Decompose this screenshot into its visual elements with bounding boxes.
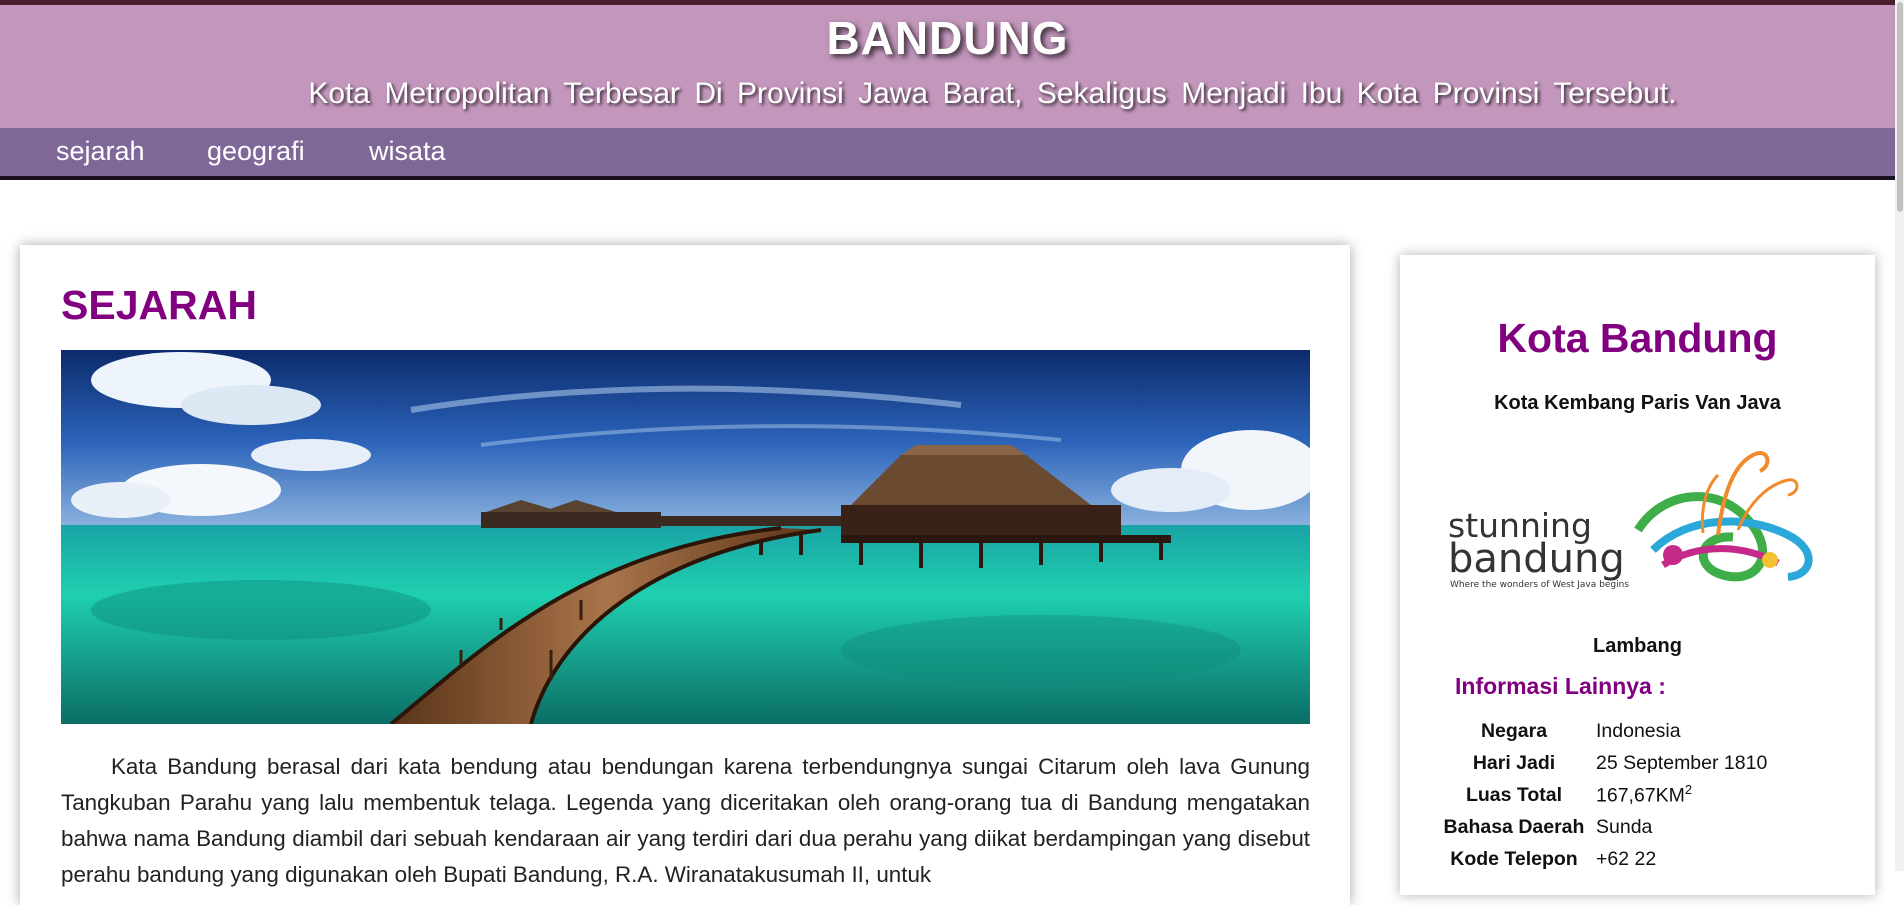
- info-key: Kode Telepon: [1450, 847, 1578, 870]
- info-table: Negara Indonesia Hari Jadi 25 September …: [1440, 715, 1768, 875]
- section-title: SEJARAH: [61, 282, 257, 328]
- area-value: 167,67KM: [1596, 784, 1685, 807]
- nav-link-geografi[interactable]: geografi: [207, 136, 305, 167]
- area-unit-sup: 2: [1684, 782, 1693, 798]
- info-key: Negara: [1480, 719, 1548, 742]
- site-subtitle: Kota Metropolitan Terbesar Di Provinsi J…: [308, 77, 1677, 110]
- info-heading: Informasi Lainnya :: [1455, 673, 1666, 699]
- info-key: Bahasa Daerah: [1443, 815, 1585, 838]
- info-row: Bahasa Daerah Sunda: [1440, 811, 1767, 843]
- logo-word-bandung: bandung: [1448, 536, 1625, 582]
- info-card: Kota Bandung Kota Kembang Paris Van Java…: [1400, 255, 1875, 895]
- main-nav: sejarah geografi wisata: [0, 128, 1895, 180]
- info-key: Luas Total: [1465, 783, 1563, 806]
- sidebar-title: Kota Bandung: [1497, 315, 1778, 361]
- city-logo: stunning bandung Where the wonders of We…: [1448, 435, 1828, 620]
- info-value: Sunda: [1596, 815, 1653, 838]
- scrollbar-thumb[interactable]: [1897, 2, 1903, 212]
- logo-tagline: Where the wonders of West Java begins: [1450, 580, 1629, 590]
- info-value: +62 22: [1596, 847, 1657, 870]
- info-value: Indonesia: [1596, 719, 1681, 742]
- site-header: BANDUNG Kota Metropolitan Terbesar Di Pr…: [0, 5, 1895, 128]
- info-value: 167,67KM2: [1594, 779, 1767, 811]
- article-card: SEJARAH Kata Bandung berasal dari kata b…: [20, 245, 1350, 905]
- info-row: Negara Indonesia: [1440, 715, 1767, 747]
- info-row: Luas Total 167,67KM2: [1440, 779, 1767, 811]
- info-row: Hari Jadi 25 September 1810: [1440, 747, 1767, 779]
- info-key: Hari Jadi: [1472, 751, 1556, 774]
- site-title: BANDUNG: [826, 12, 1069, 64]
- info-row: Kode Telepon +62 22: [1440, 843, 1767, 875]
- logo-caption: Lambang: [1593, 635, 1682, 657]
- nav-link-wisata[interactable]: wisata: [369, 136, 446, 167]
- nav-link-sejarah[interactable]: sejarah: [56, 136, 145, 167]
- article-text: Kata Bandung berasal dari kata bendung a…: [61, 754, 1310, 887]
- hero-image: [61, 350, 1310, 724]
- info-value: 25 September 1810: [1596, 751, 1768, 774]
- sidebar-tagline: Kota Kembang Paris Van Java: [1494, 392, 1781, 414]
